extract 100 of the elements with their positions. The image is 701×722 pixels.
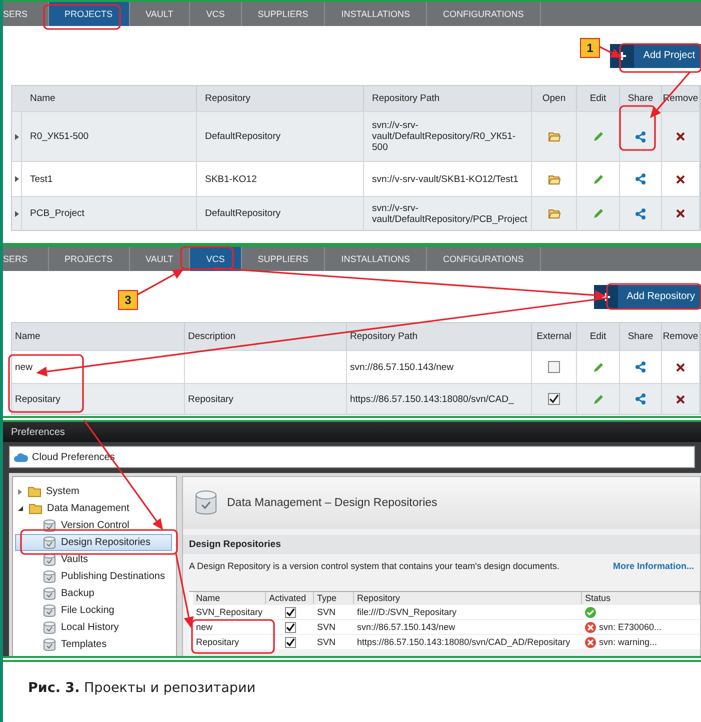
table-cell: svn://v-srv-vault/DefaultRepository/PCB_Project [364, 196, 532, 230]
table-cell: https://86.57.150.143:18080/svn/CAD_AD/Repositary [354, 634, 582, 649]
callout-number: 1 [580, 38, 600, 58]
tab[interactable]: PROJECTS [48, 2, 130, 26]
database-icon [43, 620, 56, 634]
checkbox[interactable] [285, 606, 296, 618]
column-header: Edit [577, 86, 620, 111]
table-cell: svn://v-srv-vault/DefaultRepository/R0_УК51-500 [364, 111, 532, 161]
tree-item[interactable]: Local History [15, 619, 172, 636]
table-cell: Repositary [12, 383, 185, 414]
table-cell: svn://v-srv-vault/SKB1-KO12/Test1 [364, 161, 532, 196]
table-cell: svn://86.57.150.143/new [347, 350, 532, 383]
table-cell: https://86.57.150.143:18080/svn/CAD_ [347, 383, 532, 414]
add-repository-button[interactable]: Add Repository [594, 284, 701, 308]
column-header: Name [12, 323, 185, 350]
database-icon [43, 604, 56, 618]
share-icon[interactable] [635, 393, 646, 405]
tab[interactable]: SUPPLIERS [242, 2, 326, 26]
arrow [598, 45, 622, 58]
table-cell: svn://86.57.150.143/new [354, 619, 582, 634]
share-icon[interactable] [635, 130, 646, 142]
tree-item[interactable]: Publishing Destinations [15, 568, 172, 585]
checkbox[interactable] [548, 393, 560, 405]
share-icon[interactable] [635, 173, 646, 185]
column-header: Repository Path [347, 323, 532, 350]
tree-item[interactable]: Design Repositories [15, 534, 172, 551]
column-header: Remove [662, 323, 700, 350]
highlight-frame [180, 246, 234, 270]
table-cell: Test1 [22, 161, 197, 196]
callout-number: 3 [118, 290, 138, 310]
remove-icon[interactable] [676, 362, 685, 372]
pencil-icon[interactable] [592, 131, 604, 142]
remove-icon[interactable] [676, 394, 685, 404]
pencil-icon[interactable] [592, 362, 604, 372]
tree-item[interactable]: Vaults [15, 551, 172, 568]
share-icon[interactable] [635, 361, 646, 373]
tab[interactable]: INSTALLATIONS [325, 247, 427, 271]
tree-item[interactable]: Data Management [47, 503, 130, 514]
section-header: Design Repositories [183, 535, 700, 554]
pencil-icon[interactable] [592, 174, 604, 184]
database-icon [43, 638, 56, 652]
window-title: Preferences [11, 426, 65, 438]
folder-icon[interactable] [548, 208, 560, 219]
tree-item[interactable]: Templates [15, 636, 172, 653]
tab[interactable]: CONFIGURATIONS [426, 247, 541, 271]
table-cell: file:///D:/SVN_Repositary [354, 604, 582, 619]
share-icon[interactable] [635, 208, 646, 220]
page-title: Data Management – Design Repositories [227, 497, 438, 509]
table-cell: SKB1-KO12 [197, 161, 364, 196]
column-header: Description [185, 323, 347, 350]
database-icon [195, 490, 217, 516]
tree-item[interactable]: Backup [15, 585, 172, 602]
remove-icon[interactable] [676, 209, 685, 218]
tab[interactable]: INSTALLATIONS [325, 2, 427, 26]
table-cell: SVN [314, 604, 354, 619]
column-header: Repository [197, 86, 364, 111]
expander-icon[interactable] [18, 506, 23, 511]
tree-item[interactable]: Version Control [15, 517, 172, 534]
column-header: External [532, 323, 577, 350]
table-cell: DefaultRepository [197, 111, 364, 161]
table-cell: Repositary [193, 634, 266, 649]
figure-caption: Рис. 3. Проекты и репозитарии [3, 660, 701, 696]
column-header: Edit [577, 323, 620, 350]
more-info-link[interactable]: More Information... [613, 561, 694, 591]
checkbox[interactable] [285, 636, 296, 648]
tab[interactable]: SUPPLIERS [242, 247, 326, 271]
table-cell: SVN [314, 634, 354, 649]
database-icon [43, 586, 56, 600]
table-cell: SVN [314, 619, 354, 634]
pencil-icon[interactable] [592, 208, 604, 219]
database-icon [43, 536, 56, 550]
database-icon [43, 570, 56, 584]
column-header: Repository Path [364, 86, 532, 111]
column-header: Type [314, 592, 354, 604]
tree-item[interactable]: System [46, 486, 80, 497]
database-icon [43, 552, 56, 566]
tab[interactable]: CONFIGURATIONS [426, 2, 541, 26]
table-cell: DefaultRepository [197, 196, 364, 230]
pencil-icon[interactable] [592, 394, 604, 404]
folder-icon[interactable] [548, 174, 560, 184]
column-header: Name [193, 592, 266, 604]
column-header: Name [22, 86, 197, 111]
column-header: Repository [354, 592, 582, 604]
checkbox[interactable] [548, 361, 560, 373]
remove-icon[interactable] [676, 132, 685, 141]
column-header: Open [532, 86, 577, 111]
table-cell: R0_УК51-500 [22, 111, 197, 161]
tab[interactable]: SERS [3, 247, 49, 271]
status-text: svn: warning... [599, 637, 658, 647]
folder-icon [29, 503, 43, 514]
tab[interactable]: PROJECTS [48, 247, 130, 271]
tab[interactable]: VAULT [130, 2, 190, 26]
tab[interactable]: VCS [190, 2, 242, 26]
table-cell: SVN_Repositary [193, 604, 266, 619]
tree-item[interactable]: File Locking [15, 602, 172, 619]
checkbox[interactable] [285, 622, 296, 632]
remove-icon[interactable] [676, 174, 685, 184]
folder-icon[interactable] [548, 131, 560, 142]
column-header: Activated [266, 592, 314, 604]
column-header: Share [620, 86, 662, 111]
